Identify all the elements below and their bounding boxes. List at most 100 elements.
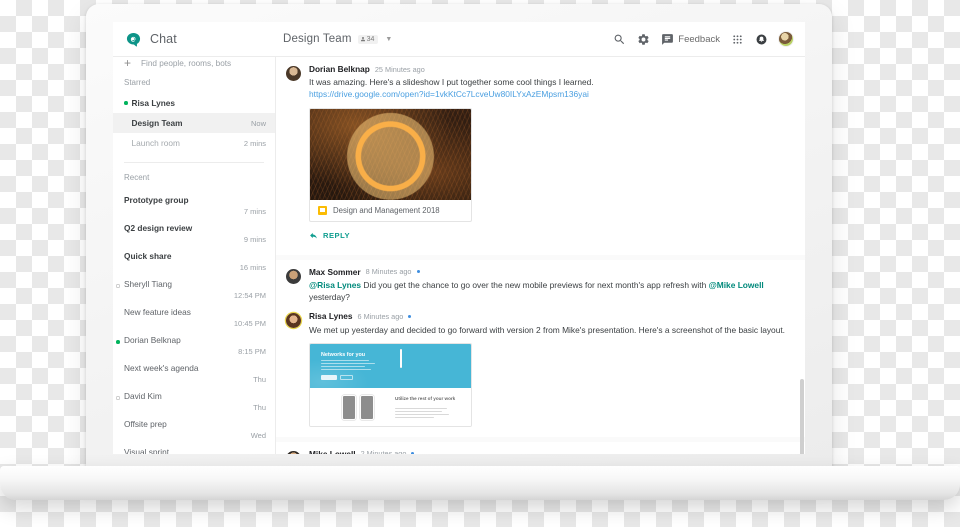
message-list: Dorian Belknap 25 Minutes ago It was ama… [276, 57, 805, 454]
list-item[interactable]: Q2 design review 9 mins [124, 216, 266, 244]
sidebar-item-label: Risa Lynes [131, 98, 176, 108]
message-card: Mike Lowell 2 Minutes ago I just need to… [276, 441, 805, 454]
list-item[interactable]: Visual sprint Tue [124, 440, 266, 454]
mockup-primary-button [321, 374, 337, 380]
recent-item-label: Next week's agenda [124, 363, 199, 373]
mention[interactable]: @Mike Lowell [709, 280, 764, 290]
sidebar-item-time: Now [250, 118, 266, 128]
starred-section: Starred Risa Lynes Design Team Now Launc… [113, 69, 275, 164]
recent-item-label: New feature ideas [124, 307, 191, 317]
feedback-label: Feedback [678, 33, 720, 45]
sidebar-item-time: 2 mins [243, 138, 266, 148]
list-item[interactable]: New feature ideas 10:45 PM [124, 300, 266, 328]
mockup-laptop-image [400, 348, 462, 368]
slideshow-attachment[interactable]: Design and Management 2018 [309, 107, 472, 222]
laptop-lid: Chat Design Team 34 ▼ Feedback + Find pe… [86, 4, 832, 473]
message-text: We met up yesterday and decided to go fo… [309, 324, 786, 335]
sidebar-item-label: Launch room [131, 138, 180, 148]
app-body: + Find people, rooms, bots Starred Risa … [113, 57, 805, 454]
top-bar-actions: Feedback [613, 32, 805, 46]
gear-icon[interactable] [637, 33, 650, 46]
mockup-hero-lines [321, 359, 377, 372]
laptop-screen: Chat Design Team 34 ▼ Feedback + Find pe… [113, 22, 805, 454]
recent-item-label: Dorian Belknap [124, 335, 181, 345]
list-item[interactable]: Sheryll Tiang 12:54 PM [124, 272, 266, 300]
mention[interactable]: @Risa Lynes [309, 280, 361, 290]
recent-item-time: 7 mins [243, 207, 266, 216]
message-header: Max Sommer 8 Minutes ago [309, 267, 791, 276]
reply-arrow-icon [310, 232, 317, 239]
presence-dot-online [124, 101, 128, 105]
recent-header: Recent [124, 173, 150, 182]
laptop-base [0, 466, 960, 500]
attachment-title: Design and Management 2018 [333, 205, 440, 215]
message-timestamp: 6 Minutes ago [357, 311, 404, 321]
feedback-icon [662, 33, 674, 45]
chat-bubble-at-logo-icon [126, 32, 141, 47]
message-author: Dorian Belknap [309, 64, 370, 74]
recent-item-label: Quick share [124, 251, 172, 261]
member-count: 34 [366, 35, 375, 43]
reply-button[interactable]: REPLY [309, 231, 350, 240]
conversation-pane[interactable]: Dorian Belknap 25 Minutes ago It was ama… [276, 57, 805, 454]
message-body: Dorian Belknap 25 Minutes ago It was ama… [309, 65, 791, 222]
member-count-chip[interactable]: 34 [357, 34, 379, 44]
message-text: @Risa Lynes Did you get the chance to go… [309, 279, 791, 303]
recent-item-time: 16 mins [239, 263, 266, 272]
chevron-down-icon[interactable]: ▼ [385, 36, 392, 43]
screenshot-attachment[interactable]: Networks for you Utilize the rest of you… [309, 342, 472, 427]
presence-dot-none [124, 121, 128, 125]
recent-item-time: 10:45 PM [233, 319, 266, 328]
starred-header: Starred [124, 78, 151, 87]
find-people-row[interactable]: + Find people, rooms, bots [113, 57, 275, 69]
list-item[interactable]: Quick share 16 mins [124, 244, 266, 272]
recent-item-time: 9 mins [243, 235, 266, 244]
message-link[interactable]: https://drive.google.com/open?id=1vkKtCc… [309, 88, 791, 100]
scrollbar-thumb[interactable] [800, 379, 804, 454]
plus-icon[interactable]: + [124, 57, 131, 69]
recent-list: Prototype group 7 mins Q2 design review … [113, 188, 275, 454]
mockup-hero: Networks for you [310, 343, 471, 388]
presence-dot-offline [116, 396, 120, 400]
list-item[interactable]: David Kim Thu [124, 384, 266, 412]
sidebar-item-launch-room[interactable]: Launch room 2 mins [113, 133, 275, 153]
mockup-phone-image [342, 394, 356, 420]
find-placeholder: Find people, rooms, bots [141, 58, 232, 68]
vertical-scrollbar[interactable] [800, 59, 804, 454]
message-timestamp: 25 Minutes ago [374, 64, 425, 74]
message: Mike Lowell 2 Minutes ago I just need to… [286, 450, 791, 454]
brand[interactable]: Chat [113, 32, 275, 47]
brand-name: Chat [150, 32, 177, 46]
list-item[interactable]: Next week's agenda Thu [124, 356, 266, 384]
fire-spinning-photo [310, 108, 471, 200]
notification-bell-icon[interactable] [755, 33, 768, 46]
message-body: Mike Lowell 2 Minutes ago I just need to… [309, 450, 791, 454]
avatar [286, 66, 301, 81]
recent-item-label: Visual sprint [124, 447, 170, 454]
avatar [286, 313, 301, 329]
mockup-hero-heading: Networks for you [321, 351, 366, 358]
apps-grid-icon[interactable] [731, 33, 744, 46]
presence-dot-offline [116, 284, 120, 288]
list-item[interactable]: Dorian Belknap 8:15 PM [116, 328, 266, 356]
recent-item-time: 12:54 PM [233, 291, 266, 300]
message: Dorian Belknap 25 Minutes ago It was ama… [286, 65, 791, 222]
sidebar: + Find people, rooms, bots Starred Risa … [113, 57, 276, 454]
list-item[interactable]: Offsite prep Wed [124, 412, 266, 440]
search-icon[interactable] [613, 33, 626, 46]
message-timestamp: 2 Minutes ago [360, 449, 407, 454]
feedback-button[interactable]: Feedback [661, 33, 720, 46]
sidebar-item-risa-lynes[interactable]: Risa Lynes [113, 93, 275, 113]
recent-section: Recent Prototype group 7 mins Q2 design … [113, 164, 275, 454]
recent-item-label: Q2 design review [124, 223, 193, 233]
room-title[interactable]: Design Team 34 ▼ [283, 33, 392, 45]
sidebar-item-design-team[interactable]: Design Team Now [113, 113, 275, 133]
list-item[interactable]: Prototype group 7 mins [124, 188, 266, 216]
avatar [286, 450, 301, 454]
account-avatar[interactable] [779, 32, 793, 46]
mockup-phone-image [360, 394, 374, 420]
unread-indicator [416, 270, 420, 274]
mockup-lower-heading: Utilize the rest of your work [395, 395, 456, 401]
message-card: Max Sommer 8 Minutes ago @Risa Lynes Did… [276, 259, 805, 437]
recent-item-label: Offsite prep [124, 419, 167, 429]
